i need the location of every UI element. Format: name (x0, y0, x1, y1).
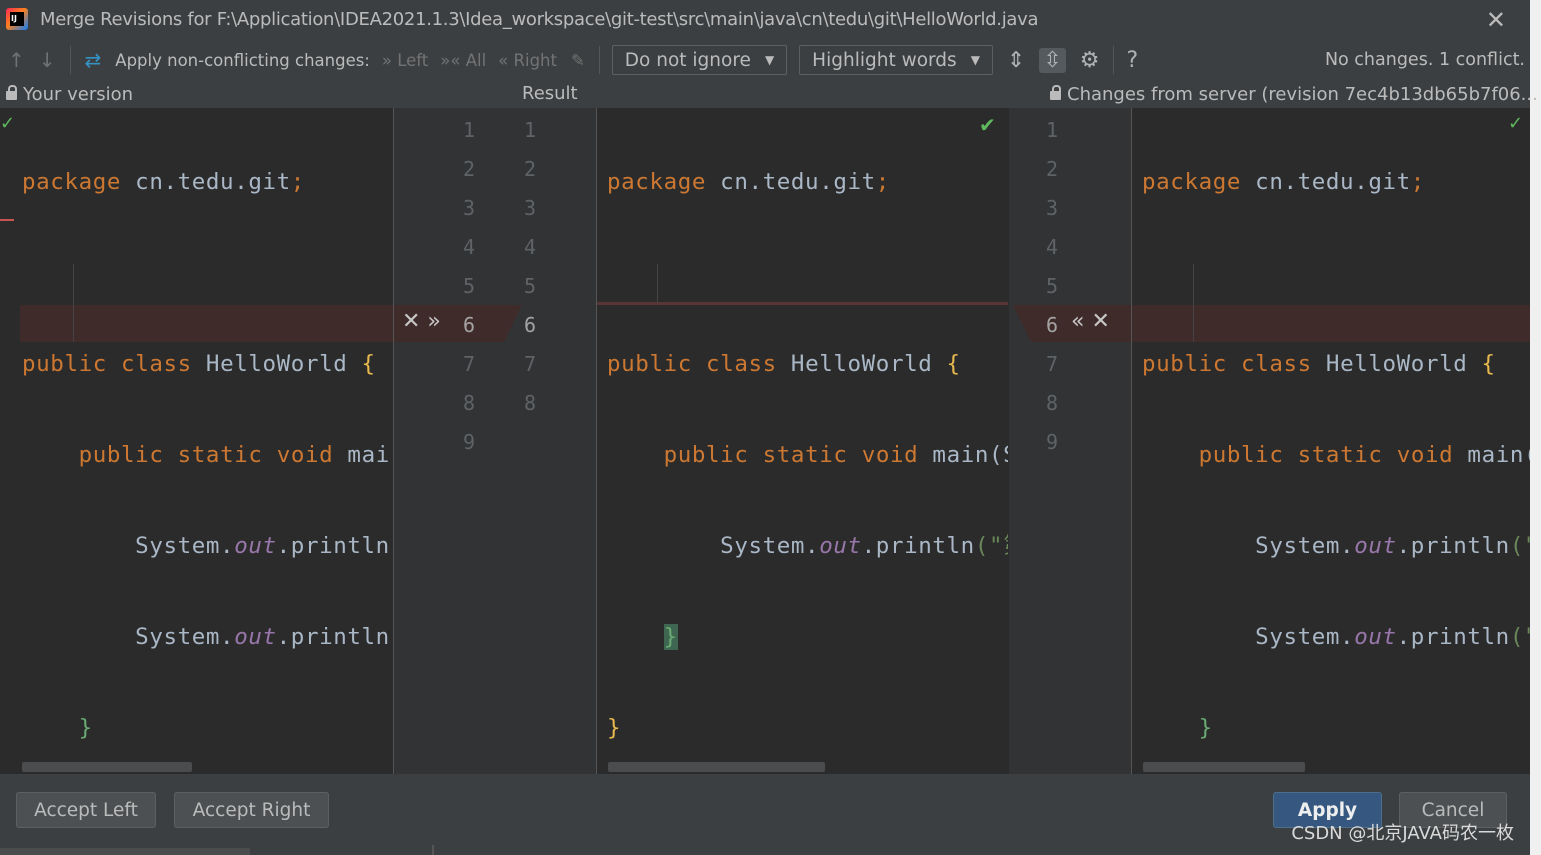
watermark: CSDN @北京JAVA码农一枚 (1291, 823, 1514, 844)
result-horizontal-scrollbar[interactable] (608, 762, 825, 772)
apply-non-conflicting-label: Apply non-conflicting changes: (115, 50, 370, 70)
highlight-mode-dropdown[interactable]: Highlight words ▼ (799, 45, 993, 75)
title-bar: IJ Merge Revisions for F:\Application\ID… (0, 0, 1530, 38)
chevron-down-icon: ▼ (764, 53, 775, 67)
ignore-whitespace-dropdown[interactable]: Do not ignore ▼ (611, 45, 788, 75)
code-content: package cn.tedu.git; public class HelloW… (1142, 169, 1530, 741)
conflict-marker (0, 219, 14, 221)
lock-icon (6, 85, 17, 100)
window-title: Merge Revisions for F:\Application\IDEA2… (40, 8, 1039, 30)
bottom-scrollbar[interactable] (0, 848, 250, 855)
close-icon[interactable]: ✕ (1486, 6, 1506, 34)
bottom-bar: Accept Left Accept Right Apply Cancel CS… (0, 774, 1530, 855)
collapse-unchanged-icon[interactable]: ⇕ (1007, 48, 1025, 73)
divider (1131, 108, 1132, 774)
accept-right-button[interactable]: Accept Right (174, 792, 329, 828)
left-conflict-actions[interactable]: ✕ » (402, 309, 441, 334)
panel-headers: Your version Result Changes from server … (0, 82, 1538, 108)
divider (393, 108, 394, 774)
separator (1112, 46, 1114, 74)
code-content: package cn.tedu.git; public class HelloW… (607, 169, 1008, 741)
next-difference-icon[interactable]: ↓ (39, 48, 56, 72)
left-panel-header: Your version (6, 83, 133, 105)
separator (598, 46, 600, 74)
sync-scroll-icon[interactable]: ⇳ (1039, 47, 1066, 73)
divider (596, 108, 597, 774)
apply-all-button[interactable]: »« All (440, 51, 486, 70)
merge-status: No changes. 1 conflict. (1324, 50, 1525, 70)
help-icon[interactable]: ? (1127, 48, 1139, 73)
left-gutter: ✕ » 1 2 3 4 5 6 7 8 9 1 2 3 4 5 6 7 8 (394, 108, 596, 774)
right-horizontal-scrollbar[interactable] (1143, 762, 1305, 772)
right-panel-header: Changes from server (revision 7ec4b13db6… (1050, 83, 1538, 105)
left-horizontal-scrollbar[interactable] (22, 762, 192, 772)
merge-arrows-icon[interactable]: ⇄ (85, 48, 102, 72)
result-panel-header: Result (522, 83, 578, 104)
lock-icon (1050, 85, 1061, 100)
accept-left-button[interactable]: Accept Left (16, 792, 156, 828)
right-gutter: « ✕ 1 2 3 4 5 6 7 8 9 (1009, 108, 1131, 774)
previous-difference-icon[interactable]: ↑ (8, 48, 25, 72)
magic-resolve-icon[interactable]: ✎ (571, 51, 585, 70)
separator (69, 46, 71, 74)
apply-left-button[interactable]: » Left (382, 51, 428, 70)
right-conflict-actions[interactable]: « ✕ (1071, 309, 1110, 334)
code-content: package cn.tedu.git; public class HelloW… (22, 169, 390, 741)
result-editor[interactable]: ✔ package cn.tedu.git; public class Hell… (597, 108, 1008, 774)
intellij-logo-icon: IJ (6, 8, 28, 30)
chevron-down-icon: ▼ (970, 53, 980, 67)
toolbar: ↑ ↓ ⇄ Apply non-conflicting changes: » L… (0, 38, 1530, 82)
your-version-editor[interactable]: ✓ package cn.tedu.git; public class Hell… (0, 108, 393, 774)
server-version-editor[interactable]: ✓ package cn.tedu.git; public class Hell… (1132, 108, 1530, 774)
window-edge (1530, 0, 1541, 855)
apply-right-button[interactable]: « Right (498, 51, 557, 70)
gear-icon[interactable]: ⚙ (1080, 48, 1100, 73)
divider (432, 845, 434, 855)
checkmark-icon: ✓ (0, 113, 16, 134)
